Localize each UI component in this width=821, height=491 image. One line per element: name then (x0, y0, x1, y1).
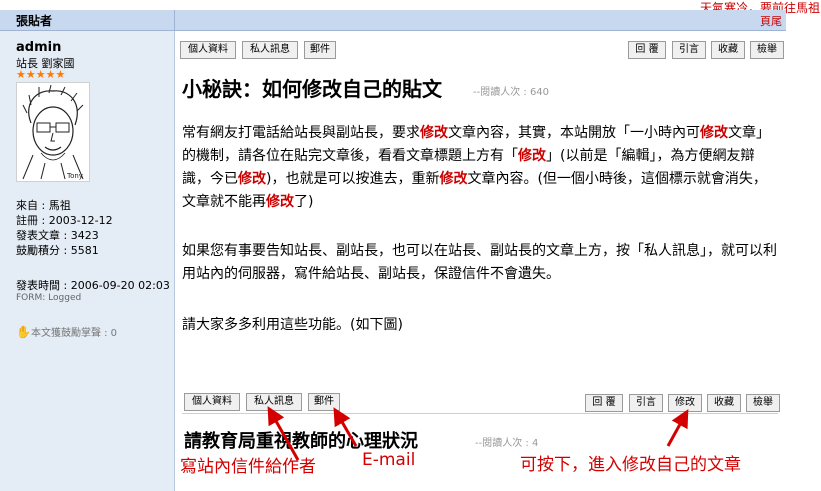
pm-annotation: 寫站內信件給作者 (180, 457, 316, 477)
quote-button[interactable]: 引言 (672, 41, 706, 59)
quote-button-2[interactable]: 引言 (629, 394, 663, 412)
report-button-2[interactable]: 檢舉 (746, 394, 780, 412)
form-status: FORM: Logged (16, 293, 82, 303)
post-paragraph-1: 常有網友打電話給站長與副站長，要求修改文章內容，其實，本站開放「一小時內可修改文… (182, 125, 770, 210)
next-read-count: --閱讀人次 : 4 (475, 438, 539, 449)
edit-annotation: 可按下，進入修改自己的文章 (520, 455, 741, 475)
post-paragraph-2: 如果您有事要告知站長、副站長，也可以在站長、副站長的文章上方，按「私人訊息」，就… (182, 243, 777, 282)
private-message-button-2[interactable]: 私人訊息 (246, 393, 302, 411)
post-paragraph-3: 請大家多多利用這些功能。(如下圖) (182, 317, 403, 333)
edit-button[interactable]: 修改 (668, 394, 702, 412)
author-registered: 註冊 : 2003-12-12 (16, 214, 113, 227)
favorite-button[interactable]: 收藏 (711, 41, 745, 59)
email-button[interactable]: 郵件 (304, 41, 336, 59)
favorite-button-2[interactable]: 收藏 (707, 394, 741, 412)
read-count: --閱讀人次 : 640 (473, 87, 550, 98)
reply-button-2[interactable]: 回 覆 (585, 394, 623, 412)
author-from: 來自 : 馬祖 (16, 199, 71, 212)
header-divider (174, 10, 175, 30)
applause-label: 本文獲鼓勵掌聲 : 0 (30, 328, 118, 339)
author-posts: 發表文章 : 3423 (16, 229, 99, 242)
report-button[interactable]: 檢舉 (750, 41, 784, 59)
rank-stars-icon: ★★★★★ (16, 68, 66, 81)
caricature-icon: Tony (22, 84, 84, 180)
applause-count[interactable]: ✋本文獲鼓勵掌聲 : 0 (16, 324, 117, 339)
reply-button[interactable]: 回 覆 (628, 41, 666, 59)
page-bottom-link[interactable]: 頁尾 (760, 13, 782, 29)
clap-hand-icon: ✋ (16, 325, 31, 339)
post-title[interactable]: 小秘訣：如何修改自己的貼文 (182, 73, 442, 102)
profile-button-2[interactable]: 個人資料 (184, 393, 240, 411)
private-message-button[interactable]: 私人訊息 (242, 41, 298, 59)
email-annotation: E-mail (362, 450, 416, 470)
svg-text:Tony: Tony (66, 172, 83, 180)
post-divider (182, 413, 778, 414)
profile-button[interactable]: 個人資料 (180, 41, 236, 59)
author-name[interactable]: admin (16, 40, 61, 55)
thread-header-bar: 張貼者 頁尾 (0, 10, 786, 31)
author-points: 鼓勵積分 : 5581 (16, 244, 99, 257)
author-avatar: Tony (16, 82, 90, 182)
author-column-header: 張貼者 (16, 14, 53, 28)
email-button-2[interactable]: 郵件 (308, 393, 340, 411)
post-time: 發表時間 : 2006-09-20 02:03 (16, 279, 170, 292)
